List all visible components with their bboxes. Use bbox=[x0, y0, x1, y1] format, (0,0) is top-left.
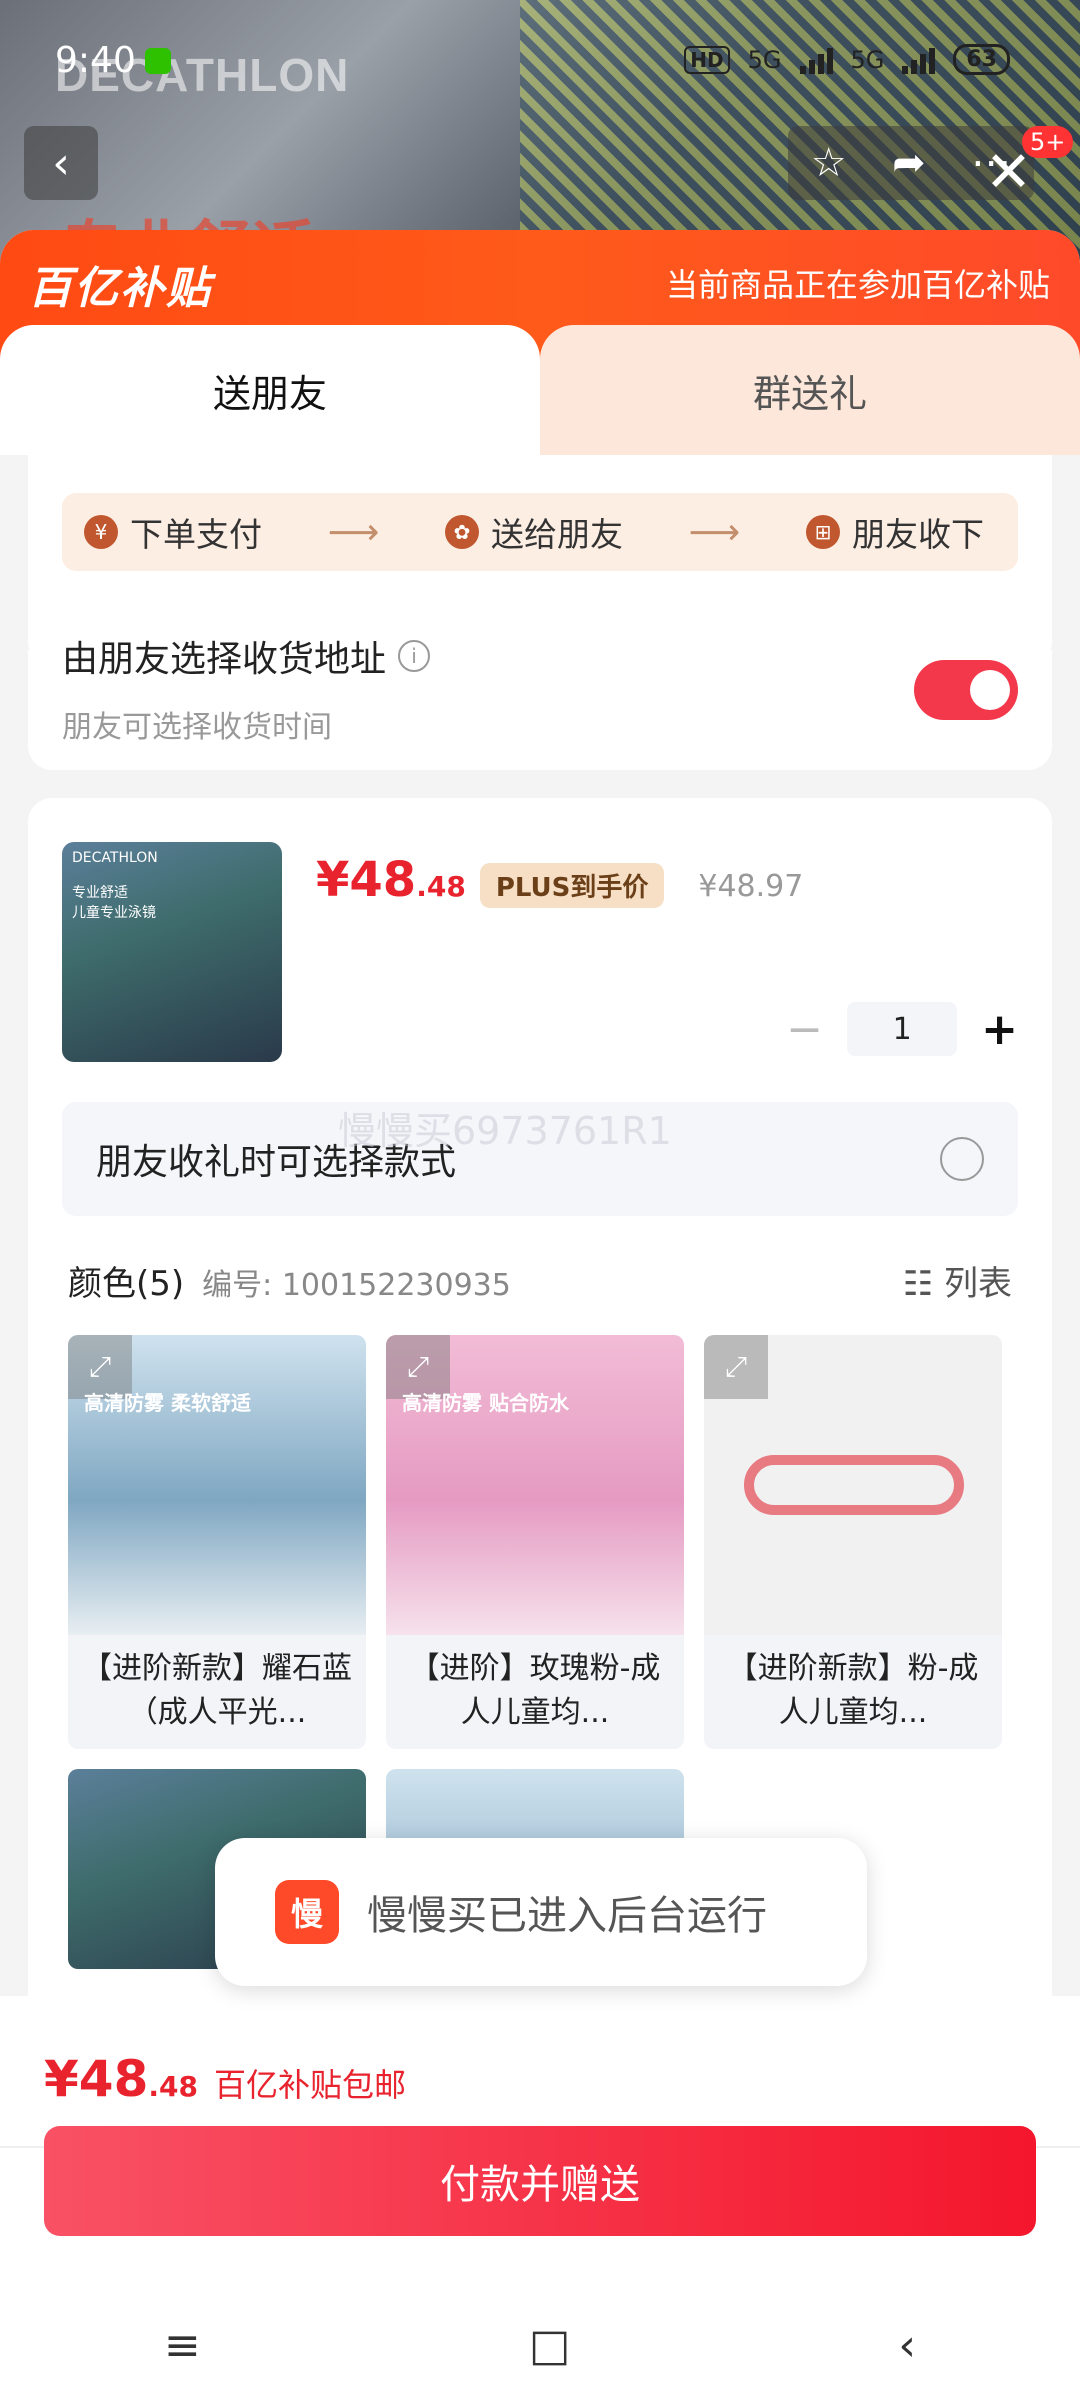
signal-icon bbox=[799, 46, 833, 74]
color-option-caption: 高清防雾 贴合防水 bbox=[402, 1391, 569, 1415]
arrow-right-icon: ⟶ bbox=[327, 511, 380, 553]
color-header: 颜色(5) 编号: 100152230935 ☷ 列表 bbox=[68, 1256, 1012, 1305]
step-send: ✿ 送给朋友 bbox=[444, 508, 623, 556]
original-price: ¥48.97 bbox=[698, 869, 804, 904]
step-label: 朋友收下 bbox=[851, 515, 984, 554]
list-view-label: 列表 bbox=[944, 1264, 1012, 1304]
color-title-row: 颜色(5) 编号: 100152230935 bbox=[68, 1256, 511, 1305]
tab-send-friend[interactable]: 送朋友 bbox=[0, 325, 540, 455]
product-code: 编号: 100152230935 bbox=[202, 1268, 511, 1303]
toggle-knob bbox=[970, 670, 1010, 710]
background-running-toast: 慢 慢慢买已进入后台运行 bbox=[215, 1838, 867, 1986]
footer-price-row: ¥48.48 百亿补贴包邮 bbox=[0, 1996, 1080, 2108]
color-option-image: ⤢ bbox=[704, 1335, 1002, 1635]
back-arrow-icon: ‹ bbox=[52, 137, 70, 189]
color-option-name: 【进阶新款】耀石蓝（成人平光... bbox=[82, 1651, 352, 1730]
battery-icon: 63 bbox=[953, 44, 1010, 75]
signal-icon-2 bbox=[902, 46, 936, 74]
color-option[interactable]: ⤢ 【进阶新款】粉-成人儿童均... bbox=[704, 1335, 1002, 1749]
share-icon[interactable]: ➦ bbox=[892, 140, 926, 186]
app-icon: 慢 bbox=[275, 1880, 339, 1944]
color-option-image: ⤢ 高清防雾 柔软舒适 bbox=[68, 1335, 366, 1635]
network-label-1: 5G bbox=[747, 45, 782, 74]
list-view-toggle[interactable]: ☷ 列表 bbox=[903, 1256, 1012, 1305]
close-icon[interactable]: ✕ bbox=[985, 140, 1032, 205]
status-bar: 9:40 HD 5G 5G 63 bbox=[0, 0, 1080, 110]
choose-style-radio[interactable] bbox=[940, 1137, 984, 1181]
yuan-icon: ¥ bbox=[84, 515, 118, 549]
price-dec: .48 bbox=[416, 870, 466, 903]
back-button[interactable]: ‹ bbox=[24, 126, 98, 200]
pay-and-gift-button[interactable]: 付款并赠送 bbox=[44, 2126, 1036, 2236]
step-label: 送给朋友 bbox=[490, 515, 623, 554]
color-option-caption: 高清防雾 柔软舒适 bbox=[84, 1391, 251, 1415]
list-icon: ☷ bbox=[902, 1264, 944, 1304]
status-time: 9:40 bbox=[55, 40, 136, 81]
goggles-illustration bbox=[744, 1455, 964, 1515]
gift-icon: ⊞ bbox=[805, 515, 840, 549]
gift-steps: ¥ 下单支付 ⟶ ✿ 送给朋友 ⟶ ⊞ 朋友收下 bbox=[62, 493, 1018, 571]
star-icon[interactable]: ☆ bbox=[811, 140, 847, 186]
tab-group-gift[interactable]: 群送礼 bbox=[540, 325, 1080, 455]
toast-text: 慢慢买已进入后台运行 bbox=[367, 1893, 767, 1939]
footer-price-dec: .48 bbox=[148, 2070, 198, 2103]
color-option-name: 【进阶新款】粉-成人儿童均... bbox=[727, 1651, 979, 1730]
quantity-stepper: − 1 + bbox=[786, 1002, 1018, 1056]
footer-shipping-label: 百亿补贴包邮 bbox=[213, 2066, 406, 2104]
arrow-right-icon: ⟶ bbox=[688, 511, 741, 553]
footer-price-int: ¥48 bbox=[44, 2050, 149, 2108]
product-thumbnail[interactable]: DECATHLON 专业舒适 儿童专业泳镜 bbox=[62, 842, 282, 1062]
color-option[interactable]: ⤢ 高清防雾 柔软舒适 【进阶新款】耀石蓝（成人平光... bbox=[68, 1335, 366, 1749]
home-icon[interactable]: □ bbox=[529, 2320, 571, 2371]
increase-button[interactable]: + bbox=[981, 1004, 1018, 1055]
quantity-input[interactable]: 1 bbox=[847, 1002, 958, 1056]
color-option-name: 【进阶】玫瑰粉-成人儿童均... bbox=[409, 1651, 661, 1730]
price-row: ¥48.48 PLUS到手价 ¥48.97 bbox=[316, 852, 1018, 908]
info-icon[interactable]: i bbox=[398, 640, 431, 672]
network-label-2: 5G bbox=[850, 45, 885, 74]
price-int: ¥48 bbox=[316, 852, 417, 908]
watermark: 慢慢买6973761R1 bbox=[338, 1109, 672, 1153]
gift-tabs: 送朋友 群送礼 bbox=[0, 325, 1080, 455]
address-title-row: 由朋友选择收货地址 i bbox=[62, 630, 431, 682]
wechat-icon bbox=[145, 48, 171, 74]
thumb-line2: 儿童专业泳镜 bbox=[72, 905, 156, 921]
nav-back-icon[interactable]: ‹ bbox=[898, 2320, 916, 2371]
friend-address-toggle[interactable] bbox=[914, 660, 1018, 720]
step-pay: ¥ 下单支付 bbox=[84, 508, 262, 556]
color-option-image: ⤢ 高清防雾 贴合防水 bbox=[386, 1335, 684, 1635]
address-subtitle: 朋友可选择收货时间 bbox=[62, 710, 332, 745]
wechat-send-icon: ✿ bbox=[444, 515, 479, 549]
step-receive: ⊞ 朋友收下 bbox=[805, 508, 984, 556]
hd-icon: HD bbox=[684, 45, 730, 74]
thumb-line1: 专业舒适 bbox=[72, 885, 128, 901]
menu-icon[interactable]: ≡ bbox=[164, 2320, 201, 2371]
thumb-brand: DECATHLON bbox=[72, 850, 158, 866]
plus-price-badge: PLUS到手价 bbox=[479, 863, 665, 908]
product-price: ¥48.48 bbox=[316, 852, 466, 908]
footer-price: ¥48.48 bbox=[44, 2050, 198, 2108]
address-title: 由朋友选择收货地址 bbox=[62, 639, 387, 680]
address-card: 由朋友选择收货地址 i 朋友可选择收货时间 bbox=[28, 639, 1052, 770]
expand-icon[interactable]: ⤢ bbox=[704, 1335, 768, 1399]
decrease-button[interactable]: − bbox=[786, 1004, 823, 1055]
system-navigation-bar: ≡ □ ‹ bbox=[0, 2290, 1080, 2400]
color-option[interactable]: ⤢ 高清防雾 贴合防水 【进阶】玫瑰粉-成人儿童均... bbox=[386, 1335, 684, 1749]
color-title: 颜色(5) bbox=[68, 1264, 185, 1304]
step-label: 下单支付 bbox=[130, 515, 262, 554]
